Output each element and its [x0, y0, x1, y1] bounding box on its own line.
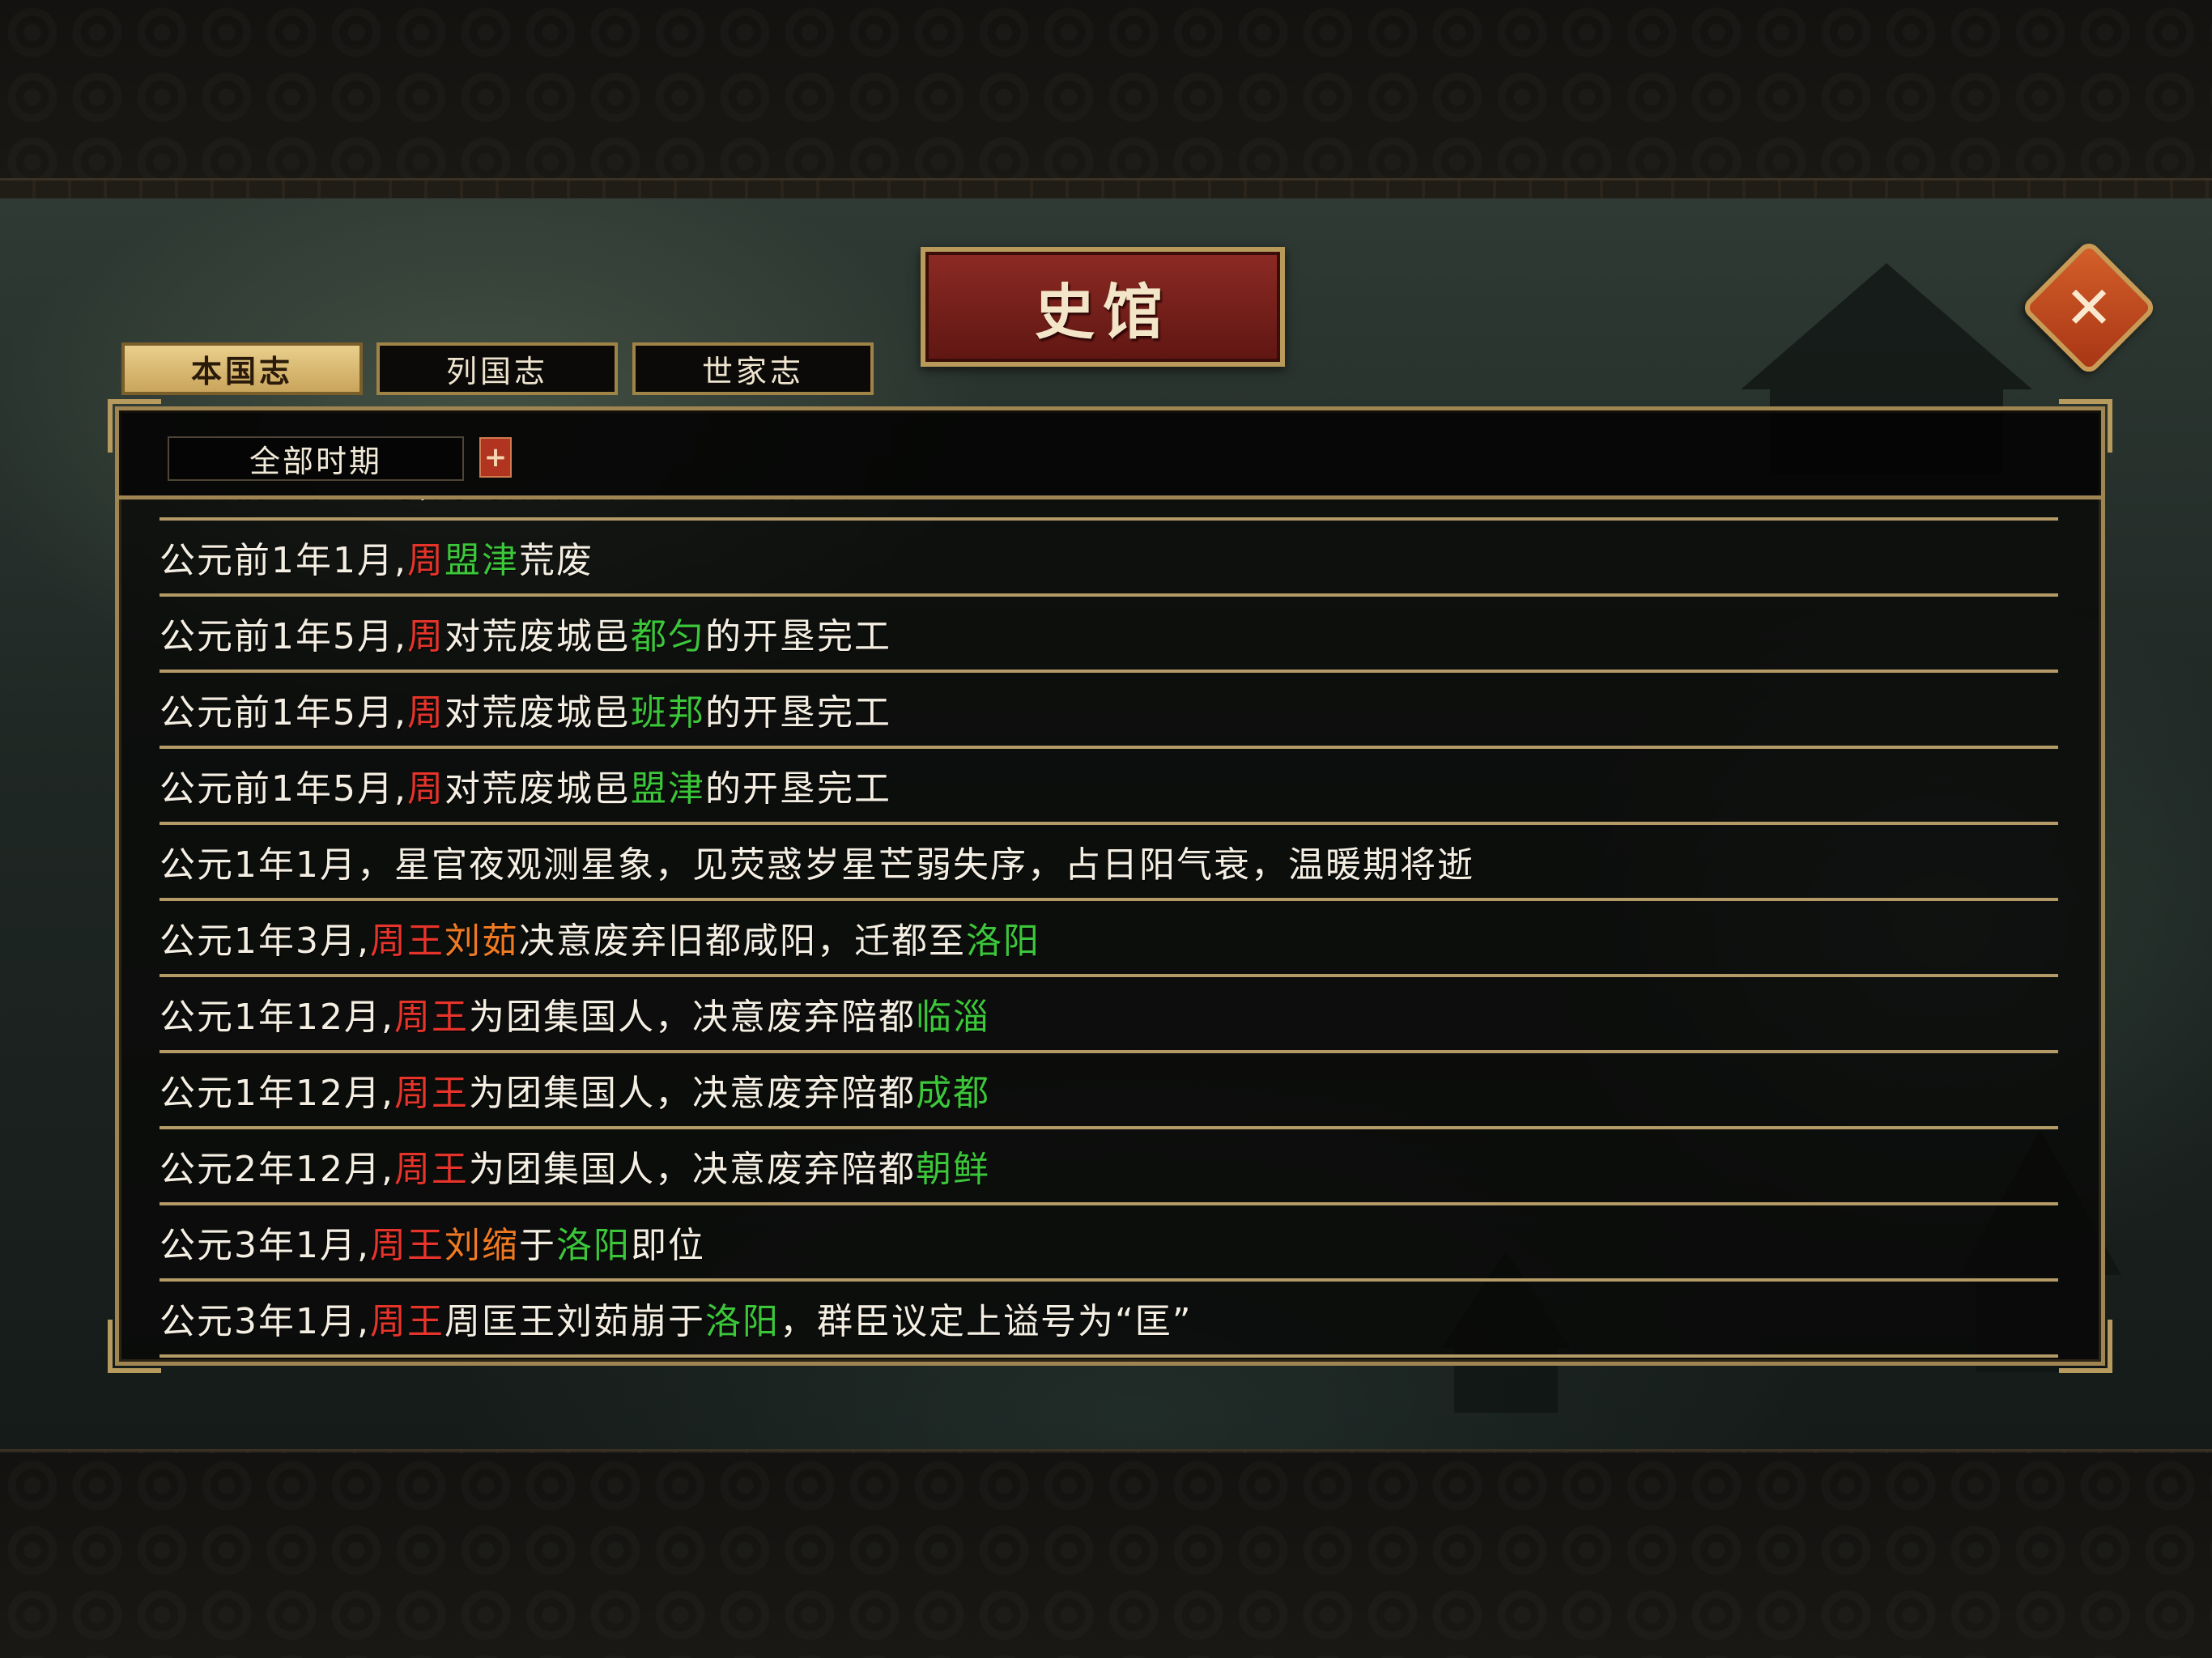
ruler-name: 周王 — [369, 920, 445, 962]
place-name: 盟津 — [444, 540, 519, 581]
record-text: 的开垦完工 — [730, 500, 916, 507]
place-name: 都匀 — [630, 616, 705, 657]
record-row: 公元前1年5月, 周对荒废城邑 都匀 的开垦完工 — [160, 597, 2058, 673]
place-name: 洛阳 — [555, 1225, 631, 1266]
record-text: 公元前1年5月, — [160, 692, 407, 733]
panel-corner-ornament — [2059, 1320, 2112, 1373]
record-text: ，群臣议定上谥号为“匡” — [779, 1301, 1193, 1342]
record-text: 公元2年12月, — [160, 1149, 394, 1190]
expand-filter-button[interactable]: + — [479, 437, 512, 478]
record-row: 公元1年3月, 周王 刘茹 决意废弃旧都咸阳，迁都至 洛阳 — [160, 901, 2058, 977]
record-text: 的开垦完工 — [704, 616, 891, 657]
record-row: 公元前1年5月, 周对荒废城邑 班邦 的开垦完工 — [160, 673, 2058, 749]
record-row: 公元1年12月, 周王 为团集国人，决意废弃陪都 成都 — [160, 1053, 2058, 1129]
ruler-name: 周王 — [393, 1073, 469, 1114]
game-screen: 史馆 ✕ 本国志 列国志 世家志 全部时期 + 公元前2年10月,周对荒废城邑乃… — [0, 0, 2212, 1658]
tab-states-annals[interactable]: 列国志 — [376, 342, 618, 395]
record-row: 公元1年1月，星官夜观测星象，见荧惑岁星芒弱失序，占日阳气衰，温暖期将逝 — [160, 825, 2058, 901]
record-text: 公元前1年1月, — [160, 540, 407, 581]
ruler-name: 周 — [406, 540, 445, 581]
tab-domestic-annals[interactable]: 本国志 — [121, 342, 363, 395]
person-name: 刘茹 — [444, 920, 519, 962]
place-name: 朝鲜 — [915, 1149, 990, 1190]
place-name: 临淄 — [915, 997, 990, 1038]
page-title: 史馆 — [1035, 277, 1171, 347]
record-text: 对荒废城邑 — [444, 692, 631, 733]
record-row: 公元2年12月, 周王 为团集国人，决意废弃陪都 朝鲜 — [160, 1129, 2058, 1205]
title-plaque: 史馆 — [921, 247, 1285, 367]
ruler-name: 周 — [406, 768, 445, 810]
place-name: 洛阳 — [704, 1301, 780, 1342]
record-text: 的开垦完工 — [704, 768, 891, 810]
ruler-name: 周 — [406, 692, 445, 733]
ruler-name: 周王 — [393, 1149, 469, 1190]
place-name: 洛阳 — [965, 920, 1040, 962]
record-row: 公元3年1月, 周王 刘缩于洛阳 即位 — [160, 1205, 2058, 1282]
place-name: 班邦 — [630, 692, 705, 733]
record-row: 公元3年1月, 周王 周匡王刘茹崩于 洛阳 ，群臣议定上谥号为“匡” — [160, 1282, 2058, 1358]
top-decor-band — [0, 0, 2212, 190]
record-text: 为团集国人，决意废弃陪都 — [468, 1149, 916, 1190]
record-row: 公元1年12月, 周王 为团集国人，决意废弃陪都 临淄 — [160, 977, 2058, 1053]
record-text: 公元1年1月，星官夜观测星象，见荧惑岁星芒弱失序，占日阳气衰，温暖期将逝 — [160, 844, 1474, 886]
record-text: 为团集国人，决意废弃陪都 — [468, 1073, 916, 1114]
record-row: 公元前1年1月, 周盟津 荒废 — [160, 521, 2058, 597]
tab-clans-annals[interactable]: 世家志 — [632, 342, 874, 395]
record-text: 公元1年3月, — [160, 920, 370, 962]
history-panel: 全部时期 + 公元前2年10月,周对荒废城邑乃恩的开垦完工公元前1年1月,周盟津… — [108, 399, 2112, 1373]
record-text: 对荒废城邑 — [469, 500, 655, 507]
place-name: 盟津 — [630, 768, 705, 810]
record-text: 公元1年12月, — [160, 997, 394, 1038]
record-text: 即位 — [630, 1225, 705, 1266]
record-text: 于 — [518, 1225, 556, 1266]
record-text: 公元前2年10月, — [160, 500, 432, 507]
panel-corner-ornament — [108, 1320, 161, 1373]
ruler-name: 周王 — [369, 1301, 445, 1342]
ruler-name: 周王 — [369, 1225, 445, 1266]
close-icon: ✕ — [2064, 274, 2114, 342]
place-name: 乃恩 — [655, 500, 730, 507]
record-row: 公元前1年5月, 周对荒废城邑 盟津 的开垦完工 — [160, 749, 2058, 825]
record-text: 的开垦完工 — [704, 692, 891, 733]
record-text: 对荒废城邑 — [444, 768, 631, 810]
record-text: 周匡王刘茹崩于 — [444, 1301, 705, 1342]
record-text: 公元3年1月, — [160, 1301, 370, 1342]
record-row: 公元前2年10月,周对荒废城邑乃恩的开垦完工 — [160, 500, 2058, 521]
ruler-name: 周 — [432, 500, 469, 507]
bottom-decor-band — [0, 1453, 2212, 1658]
ruler-name: 周 — [406, 616, 445, 657]
filter-bar: 全部时期 + — [119, 410, 2101, 500]
record-text: 为团集国人，决意废弃陪都 — [468, 997, 916, 1038]
record-text: 对荒废城邑 — [444, 616, 631, 657]
record-text: 荒废 — [518, 540, 593, 581]
top-decor-trim — [0, 178, 2212, 201]
record-text: 公元前1年5月, — [160, 768, 407, 810]
record-text: 决意废弃旧都咸阳，迁都至 — [518, 920, 966, 962]
record-text: 公元前1年5月, — [160, 616, 407, 657]
place-name: 成都 — [915, 1073, 990, 1114]
record-text: 公元1年12月, — [160, 1073, 394, 1114]
person-name: 刘缩 — [444, 1225, 519, 1266]
record-text: 公元3年1月, — [160, 1225, 370, 1266]
period-dropdown[interactable]: 全部时期 — [168, 436, 464, 481]
ruler-name: 周王 — [393, 997, 469, 1038]
record-list[interactable]: 公元前2年10月,周对荒废城邑乃恩的开垦完工公元前1年1月,周盟津荒废公元前1年… — [160, 500, 2058, 1362]
